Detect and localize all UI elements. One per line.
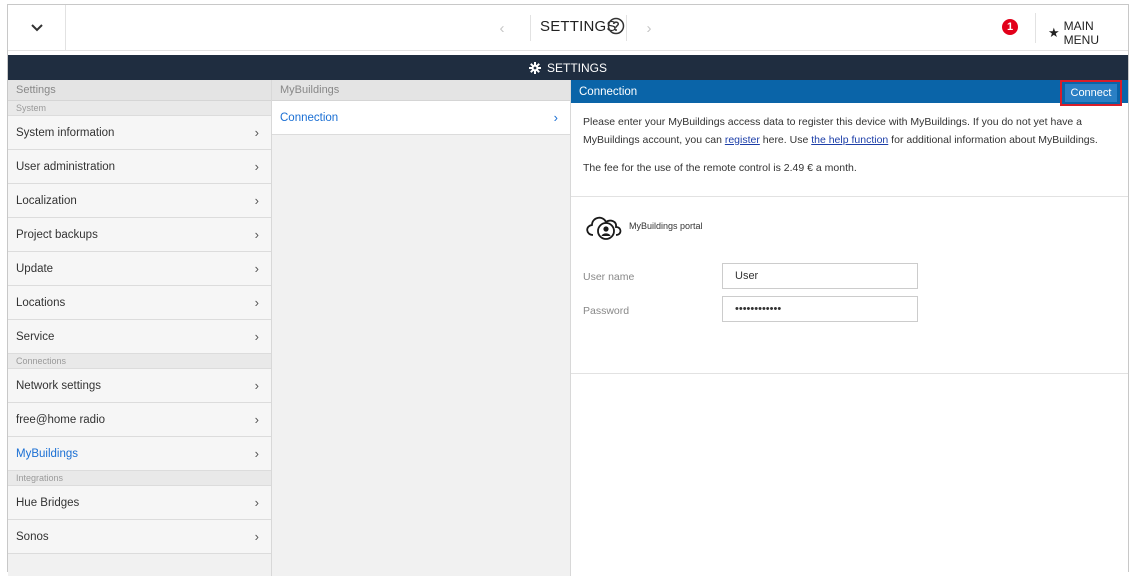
main-menu-button[interactable]: ★ MAIN MENU	[1048, 19, 1128, 47]
notification-badge[interactable]: 1	[1002, 19, 1018, 35]
menu-item-network-settings[interactable]: Network settings ›	[8, 369, 271, 403]
chevron-right-icon: ›	[254, 412, 259, 427]
chevron-right-icon: ›	[254, 125, 259, 140]
connection-panel-title: Connection	[579, 85, 638, 98]
section-label-connections: Connections	[8, 354, 271, 369]
menu-item-label: Update	[16, 262, 54, 275]
connection-panel: Connection Connect Please enter your MyB…	[571, 80, 1128, 576]
menu-item-label: System information	[16, 126, 115, 139]
portal-login-box: MyBuildings portal User name Password	[571, 197, 1128, 374]
chevron-right-icon: ›	[553, 110, 558, 125]
menu-item-label: Service	[16, 330, 55, 343]
mybuildings-menu-header: MyBuildings	[272, 80, 570, 101]
chevron-down-icon	[30, 23, 43, 31]
intro-text: Please enter your MyBuildings access dat…	[571, 103, 1128, 197]
menu-item-label: Sonos	[16, 530, 49, 543]
help-icon[interactable]	[607, 17, 625, 35]
chevron-right-icon: ›	[646, 19, 652, 37]
chevron-right-icon: ›	[254, 159, 259, 174]
username-input[interactable]	[722, 263, 918, 289]
menu-item-label: Connection	[280, 111, 339, 124]
menu-item-update[interactable]: Update ›	[8, 252, 271, 286]
menu-item-connection[interactable]: Connection ›	[272, 101, 570, 135]
cloud-user-icon	[586, 216, 622, 240]
forward-button[interactable]: ›	[626, 15, 671, 41]
menu-item-project-backups[interactable]: Project backups ›	[8, 218, 271, 252]
menu-item-label: Localization	[16, 194, 77, 207]
intro-text-part: here. Use	[759, 134, 812, 146]
menu-item-system-information[interactable]: System information ›	[8, 116, 271, 150]
portal-label: MyBuildings portal	[629, 221, 703, 231]
menu-item-user-administration[interactable]: User administration ›	[8, 150, 271, 184]
chevron-right-icon: ›	[254, 295, 259, 310]
section-label-system: System	[8, 101, 271, 116]
chevron-right-icon: ›	[254, 193, 259, 208]
menu-item-label: Hue Bridges	[16, 496, 80, 509]
settings-bar-title: SETTINGS	[546, 60, 607, 75]
intro-text-part: for additional information about MyBuild…	[888, 134, 1098, 146]
menu-item-service[interactable]: Service ›	[8, 320, 271, 354]
chevron-right-icon: ›	[254, 378, 259, 393]
main-menu-label: MAIN MENU	[1063, 19, 1099, 47]
settings-bar: SETTINGS	[8, 55, 1128, 80]
chevron-right-icon: ›	[254, 446, 259, 461]
settings-menu: Settings System System information › User…	[8, 80, 272, 576]
register-link[interactable]: register	[725, 134, 760, 146]
menu-item-free-at-home-radio[interactable]: free@home radio ›	[8, 403, 271, 437]
menu-item-hue-bridges[interactable]: Hue Bridges ›	[8, 486, 271, 520]
menu-item-label: Project backups	[16, 228, 98, 241]
menu-item-label: Locations	[16, 296, 66, 309]
star-icon: ★	[1048, 25, 1060, 40]
top-toolbar: ‹ SETTINGS › 1 ★ MAIN MENU	[8, 5, 1128, 51]
menu-item-label: free@home radio	[16, 413, 106, 426]
chevron-right-icon: ›	[254, 495, 259, 510]
settings-menu-header: Settings	[8, 80, 271, 101]
portal-logo: MyBuildings portal	[583, 211, 703, 241]
chevron-right-icon: ›	[254, 227, 259, 242]
connect-highlight: Connect	[1060, 80, 1122, 106]
password-label: Password	[583, 305, 630, 317]
username-label: User name	[583, 271, 635, 283]
intro-paragraph: Please enter your MyBuildings access dat…	[583, 113, 1118, 149]
menu-item-label: Network settings	[16, 379, 102, 392]
chevron-right-icon: ›	[254, 529, 259, 544]
menu-item-label: MyBuildings	[16, 447, 78, 460]
chevron-right-icon: ›	[254, 329, 259, 344]
menu-item-label: User administration	[16, 160, 116, 173]
gear-icon	[528, 61, 541, 74]
chevron-right-icon: ›	[254, 261, 259, 276]
menu-item-locations[interactable]: Locations ›	[8, 286, 271, 320]
chevron-left-icon: ‹	[499, 19, 505, 37]
help-function-link[interactable]: the help function	[811, 134, 888, 146]
menu-item-mybuildings[interactable]: MyBuildings ›	[8, 437, 271, 471]
mybuildings-menu: MyBuildings Connection ›	[272, 80, 571, 576]
connect-button[interactable]: Connect	[1065, 84, 1117, 102]
divider	[1035, 13, 1036, 43]
page-title: SETTINGS	[540, 18, 617, 35]
connection-panel-header: Connection Connect	[571, 80, 1128, 106]
dropdown-button[interactable]	[8, 5, 66, 50]
password-input[interactable]	[722, 296, 918, 322]
fee-text: The fee for the use of the remote contro…	[583, 162, 857, 174]
section-label-integrations: Integrations	[8, 471, 271, 486]
menu-item-localization[interactable]: Localization ›	[8, 184, 271, 218]
menu-item-sonos[interactable]: Sonos ›	[8, 520, 271, 554]
back-button[interactable]: ‹	[474, 15, 531, 41]
